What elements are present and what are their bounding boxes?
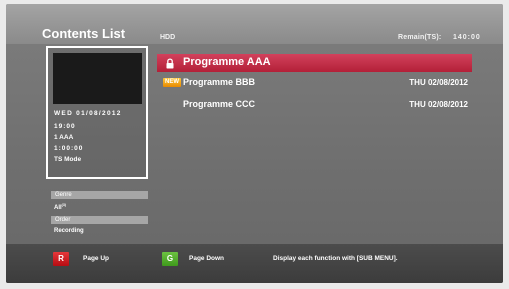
programme-name: Programme AAA [183, 56, 271, 68]
footer-bar: R Page Up G Page Down Display each funct… [6, 244, 503, 283]
programme-name: Programme BBB [183, 77, 256, 87]
programme-row[interactable]: NEW Programme BBB THU 02/08/2012 [157, 74, 472, 92]
red-key-button[interactable]: R [53, 252, 69, 266]
info-time: 19:00 [54, 123, 76, 130]
programme-row[interactable]: Programme CCC THU 02/08/2012 [157, 96, 472, 114]
programme-date: THU 02/08/2012 [409, 100, 468, 109]
programme-name: Programme CCC [183, 99, 256, 109]
info-mode: TS Mode [54, 156, 82, 163]
order-filter-label: Order [51, 216, 148, 224]
genre-filter-label: Genre [51, 191, 148, 199]
preview-window [53, 53, 142, 104]
info-date: WED 01/08/2012 [54, 110, 122, 117]
programme-date: THU 02/08/2012 [409, 78, 468, 87]
page-up-label: Page Up [83, 255, 110, 262]
source-label: HDD [160, 34, 176, 41]
info-channel: 1 AAA [54, 134, 74, 141]
genre-value: All [54, 205, 62, 211]
page-down-label: Page Down [189, 255, 225, 262]
new-badge: NEW [163, 78, 181, 87]
genre-count: (3) [61, 203, 66, 207]
order-label: Order [55, 217, 71, 223]
info-duration: 1:00:00 [54, 145, 84, 152]
contents-list-screen: Contents List HDD Remain(TS): 140:00 WED… [6, 4, 503, 283]
green-key-button[interactable]: G [162, 252, 178, 266]
sub-menu-hint: Display each function with [SUB MENU]. [273, 255, 398, 262]
genre-filter-value[interactable]: All(3) [54, 203, 66, 211]
order-filter-value[interactable]: Recording [54, 228, 84, 234]
genre-label: Genre [55, 192, 72, 198]
remain-value: 140:00 [453, 34, 481, 41]
page-title: Contents List [42, 26, 126, 41]
programme-row-selected[interactable]: Programme AAA [157, 54, 472, 72]
programme-info-panel: WED 01/08/2012 19:00 1 AAA 1:00:00 TS Mo… [46, 46, 148, 179]
lock-icon [166, 58, 174, 69]
remain-label: Remain(TS): [398, 34, 442, 41]
